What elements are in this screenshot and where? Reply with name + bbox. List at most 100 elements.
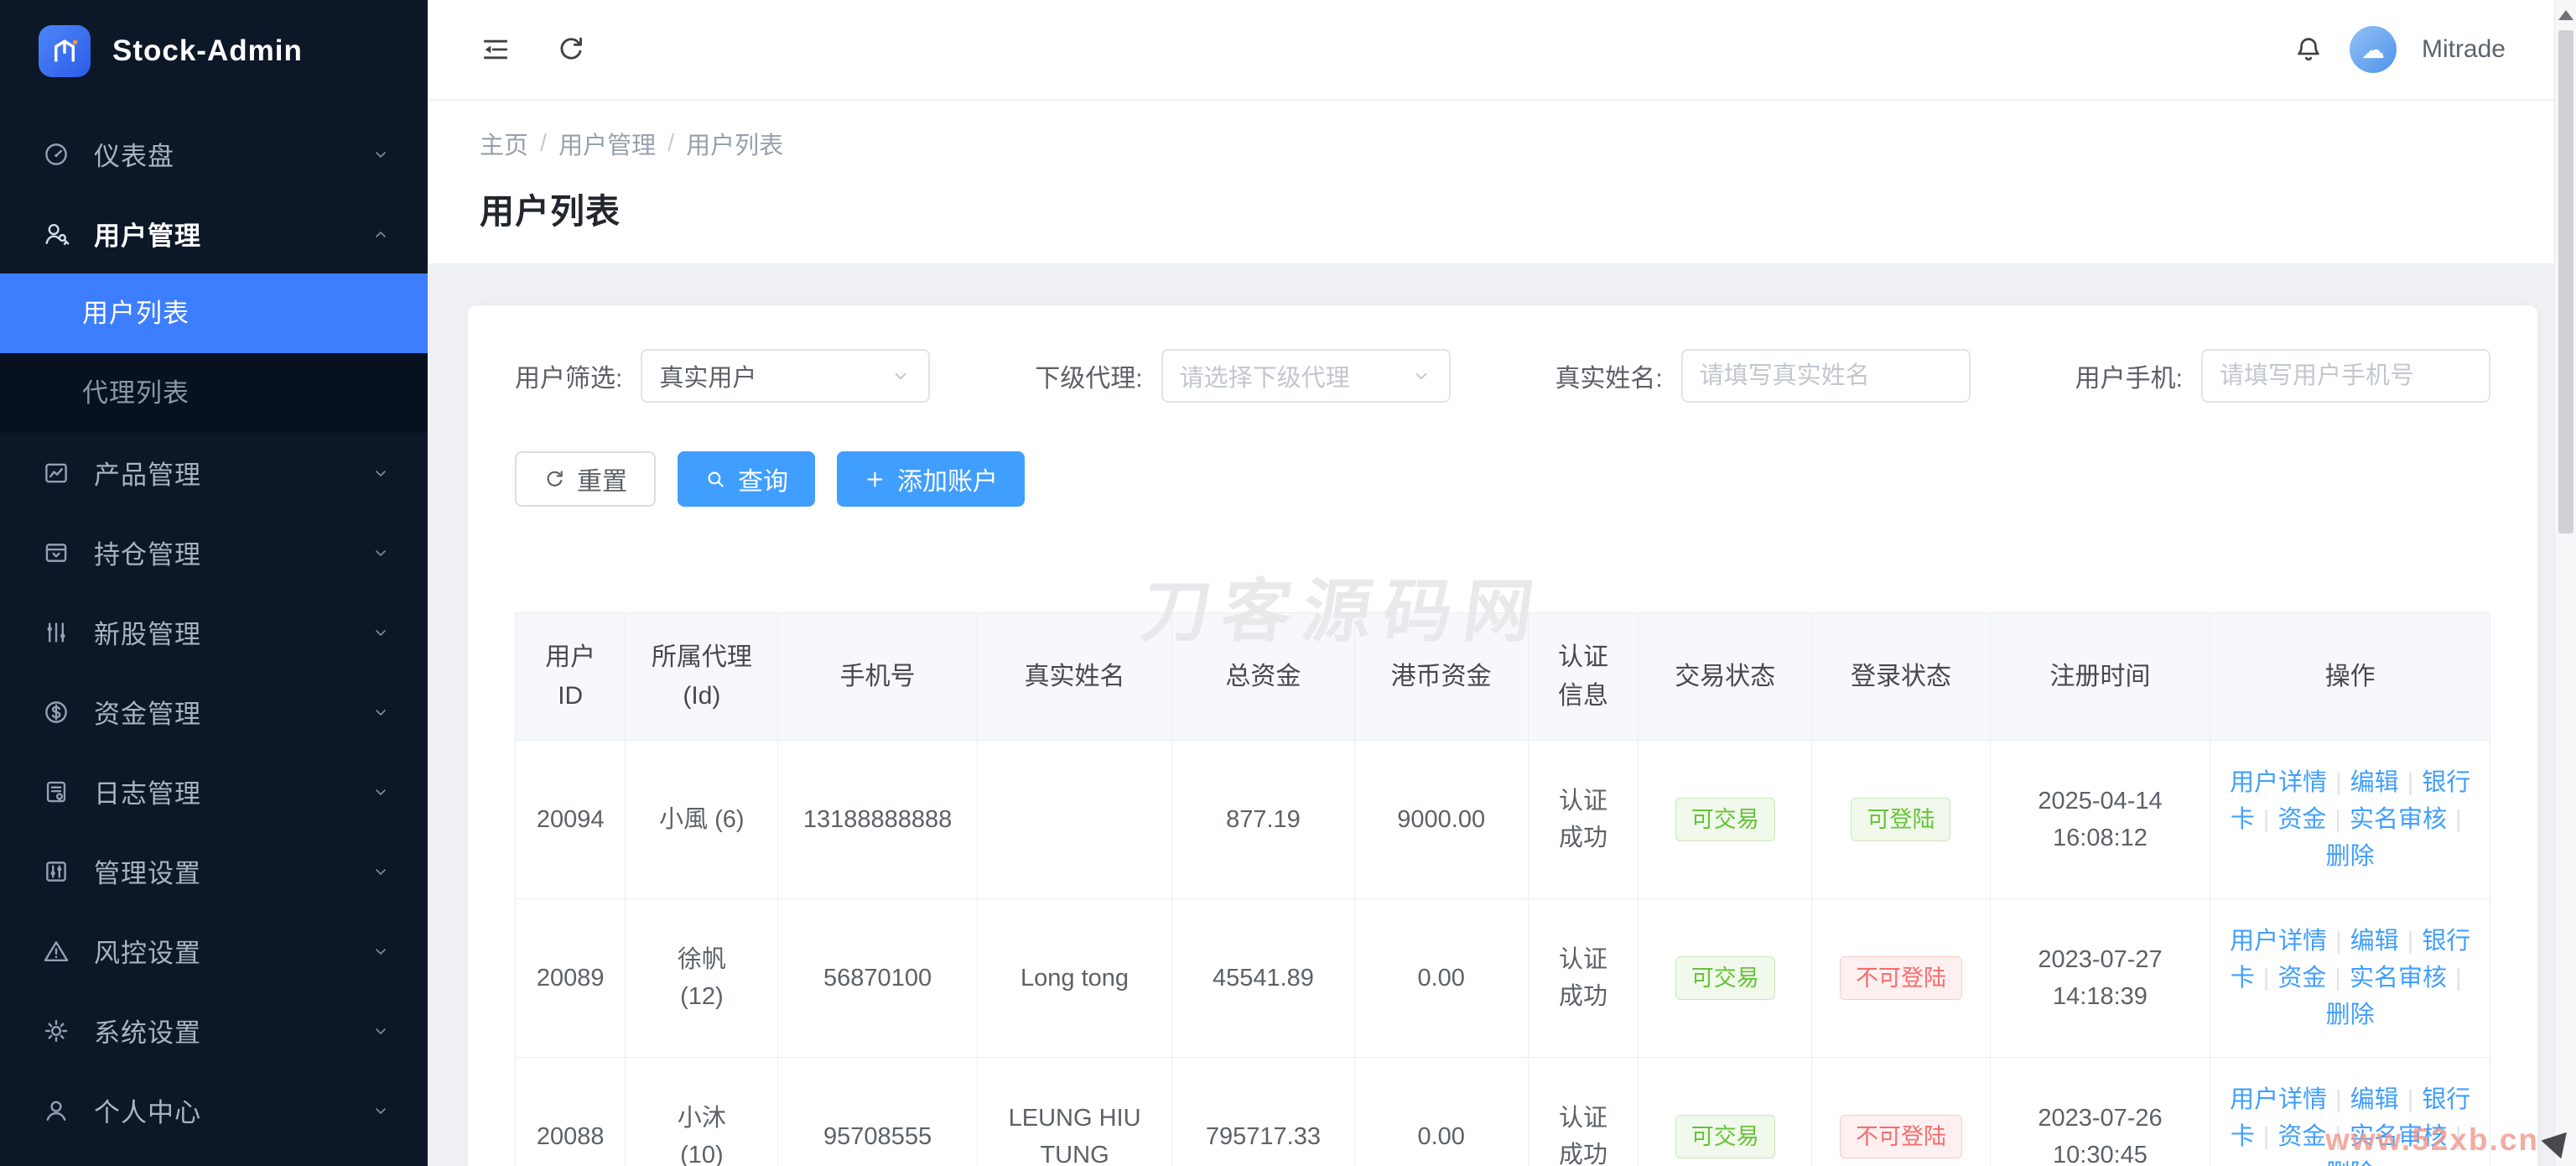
filter-input[interactable] — [1681, 349, 1971, 403]
table-header-cell: 注册时间 — [1990, 613, 2210, 741]
action-separator: | — [2334, 965, 2341, 992]
action-separator: | — [2455, 965, 2462, 992]
sidebar-item-label: 系统设置 — [94, 1012, 371, 1049]
add-account-button[interactable]: 添加账户 — [837, 451, 1025, 507]
sidebar-item-2[interactable]: 产品管理 — [0, 433, 428, 513]
table-header-cell: 认证 信息 — [1528, 613, 1638, 741]
table-cell: 认证 成功 — [1528, 899, 1638, 1058]
action-link-4[interactable]: 实名审核 — [2350, 965, 2447, 992]
action-link-0[interactable]: 用户详情 — [2230, 928, 2327, 955]
breadcrumb: 主页/用户管理/用户列表 — [480, 126, 2576, 161]
filter-select[interactable]: 请选择下级代理 — [1161, 349, 1451, 403]
breadcrumb-item[interactable]: 用户管理 — [558, 126, 656, 161]
chevron-down-icon — [890, 365, 911, 387]
topbar-right: ☁ Mitrade — [2293, 26, 2506, 73]
scrollbar-thumb[interactable] — [2558, 30, 2573, 534]
action-link-1[interactable]: 编辑 — [2350, 928, 2399, 955]
reset-label: 重置 — [577, 461, 627, 497]
action-link-3[interactable]: 资金 — [2277, 965, 2326, 992]
scrollbar-up-arrow[interactable] — [2558, 10, 2573, 20]
sidebar-item-1[interactable]: 用户管理 — [0, 194, 428, 273]
content-card: 用户筛选:真实用户下级代理:请选择下级代理真实姓名:用户手机: 重置 — [468, 305, 2537, 1166]
sidebar-item-label: 新股管理 — [94, 613, 371, 651]
topbar-username[interactable]: Mitrade — [2422, 35, 2506, 64]
action-link-3[interactable]: 资金 — [2277, 1123, 2326, 1150]
sidebar-subitem[interactable]: 用户列表 — [0, 273, 428, 353]
chevron-down-icon — [371, 782, 391, 802]
table-cell: Long tong — [977, 899, 1171, 1058]
page-title: 用户列表 — [480, 183, 2576, 233]
table-header-cell: 登录状态 — [1812, 613, 1990, 741]
profile-person-icon — [42, 1096, 70, 1125]
reset-button[interactable]: 重置 — [515, 451, 656, 507]
text-input[interactable] — [1700, 362, 1952, 390]
breadcrumb-item[interactable]: 主页 — [480, 126, 528, 161]
table-cell: LEUNG HIU TUNG — [977, 1058, 1171, 1166]
sidebar-item-label: 仪表盘 — [94, 135, 371, 173]
system-gear-icon — [42, 1017, 70, 1045]
main-area: ☁ Mitrade 主页/用户管理/用户列表 用户列表 用户筛选:真实用户下级代… — [428, 0, 2576, 1166]
breadcrumb-item[interactable]: 用户列表 — [686, 126, 783, 161]
text-input[interactable] — [2220, 362, 2472, 390]
table-cell: 认证 成功 — [1528, 741, 1638, 899]
action-link-0[interactable]: 用户详情 — [2230, 1086, 2327, 1113]
users-table: 用户 ID所属代理 (Id)手机号真实姓名总资金港币资金认证 信息交易状态登录状… — [515, 612, 2490, 1166]
sidebar-item-label: 产品管理 — [94, 454, 371, 492]
action-link-0[interactable]: 用户详情 — [2230, 769, 2327, 796]
select-value: 请选择下级代理 — [1180, 358, 1350, 393]
table-cell: 13188888888 — [778, 741, 978, 899]
action-link-5[interactable]: 删除 — [2326, 843, 2375, 870]
action-link-1[interactable]: 编辑 — [2350, 769, 2399, 796]
table-cell: 9000.00 — [1354, 741, 1528, 899]
sidebar-subitem[interactable]: 代理列表 — [0, 353, 428, 433]
action-link-3[interactable]: 资金 — [2277, 806, 2326, 833]
sidebar-item-label: 资金管理 — [94, 693, 371, 731]
search-button[interactable]: 查询 — [678, 451, 815, 507]
table-header-cell: 用户 ID — [516, 613, 626, 741]
scrollbar[interactable] — [2554, 0, 2576, 1166]
notification-bell-icon[interactable] — [2293, 34, 2324, 65]
sidebar-item-10[interactable]: 个人中心 — [0, 1070, 428, 1150]
table-body: 20094小風 (6)13188888888877.199000.00认证 成功… — [516, 741, 2490, 1166]
table-cell: 小風 (6) — [626, 741, 778, 899]
filter-input[interactable] — [2201, 349, 2490, 403]
actions-cell: 用户详情|编辑|银行卡|资金|实名审核|删除 — [2210, 741, 2490, 899]
table-cell: 795717.33 — [1172, 1058, 1354, 1166]
refresh-icon[interactable] — [555, 34, 587, 65]
sidebar-item-label: 持仓管理 — [94, 534, 371, 571]
sidebar-item-0[interactable]: 仪表盘 — [0, 114, 428, 194]
action-separator: | — [2263, 1123, 2270, 1150]
sidebar-item-3[interactable]: 持仓管理 — [0, 513, 428, 592]
watermark-corner: www.52xb.cn — [2325, 1122, 2539, 1158]
topbar: ☁ Mitrade — [428, 0, 2576, 101]
action-link-5[interactable]: 删除 — [2326, 1002, 2375, 1028]
trade-status-cell: 可交易 — [1639, 1058, 1812, 1166]
user-avatar[interactable]: ☁ — [2350, 26, 2397, 73]
filter-label: 真实姓名: — [1555, 357, 1662, 394]
chevron-up-icon — [371, 224, 391, 244]
table-cell: 小沐 (10) — [626, 1058, 778, 1166]
sidebar-item-8[interactable]: 风控设置 — [0, 911, 428, 991]
log-file-icon — [42, 778, 70, 806]
filter-select[interactable]: 真实用户 — [641, 349, 930, 403]
action-link-5[interactable]: 删除 — [2326, 1160, 2375, 1166]
trade-status-badge: 可交易 — [1675, 956, 1775, 1000]
action-link-1[interactable]: 编辑 — [2350, 1086, 2399, 1113]
ipo-sliders-icon — [42, 618, 70, 647]
collapse-sidebar-icon[interactable] — [480, 34, 512, 65]
register-time-cell: 2025-04-14 16:08:12 — [1990, 741, 2210, 899]
sidebar-item-7[interactable]: 管理设置 — [0, 831, 428, 911]
sidebar-item-9[interactable]: 系统设置 — [0, 991, 428, 1070]
table-header-row: 用户 ID所属代理 (Id)手机号真实姓名总资金港币资金认证 信息交易状态登录状… — [516, 613, 2490, 741]
funds-dollar-icon — [42, 698, 70, 726]
sidebar-item-6[interactable]: 日志管理 — [0, 752, 428, 831]
sidebar-item-5[interactable]: 资金管理 — [0, 672, 428, 752]
login-status-cell: 不可登陆 — [1812, 1058, 1990, 1166]
toolbar: 重置 查询 — [515, 451, 2490, 507]
table-cell: 0.00 — [1354, 899, 1528, 1058]
sidebar-item-label: 个人中心 — [94, 1091, 371, 1129]
action-link-4[interactable]: 实名审核 — [2350, 806, 2447, 833]
filter-group-0: 用户筛选:真实用户 — [515, 349, 930, 403]
sidebar-item-4[interactable]: 新股管理 — [0, 592, 428, 672]
trade-status-badge: 可交易 — [1675, 798, 1775, 841]
